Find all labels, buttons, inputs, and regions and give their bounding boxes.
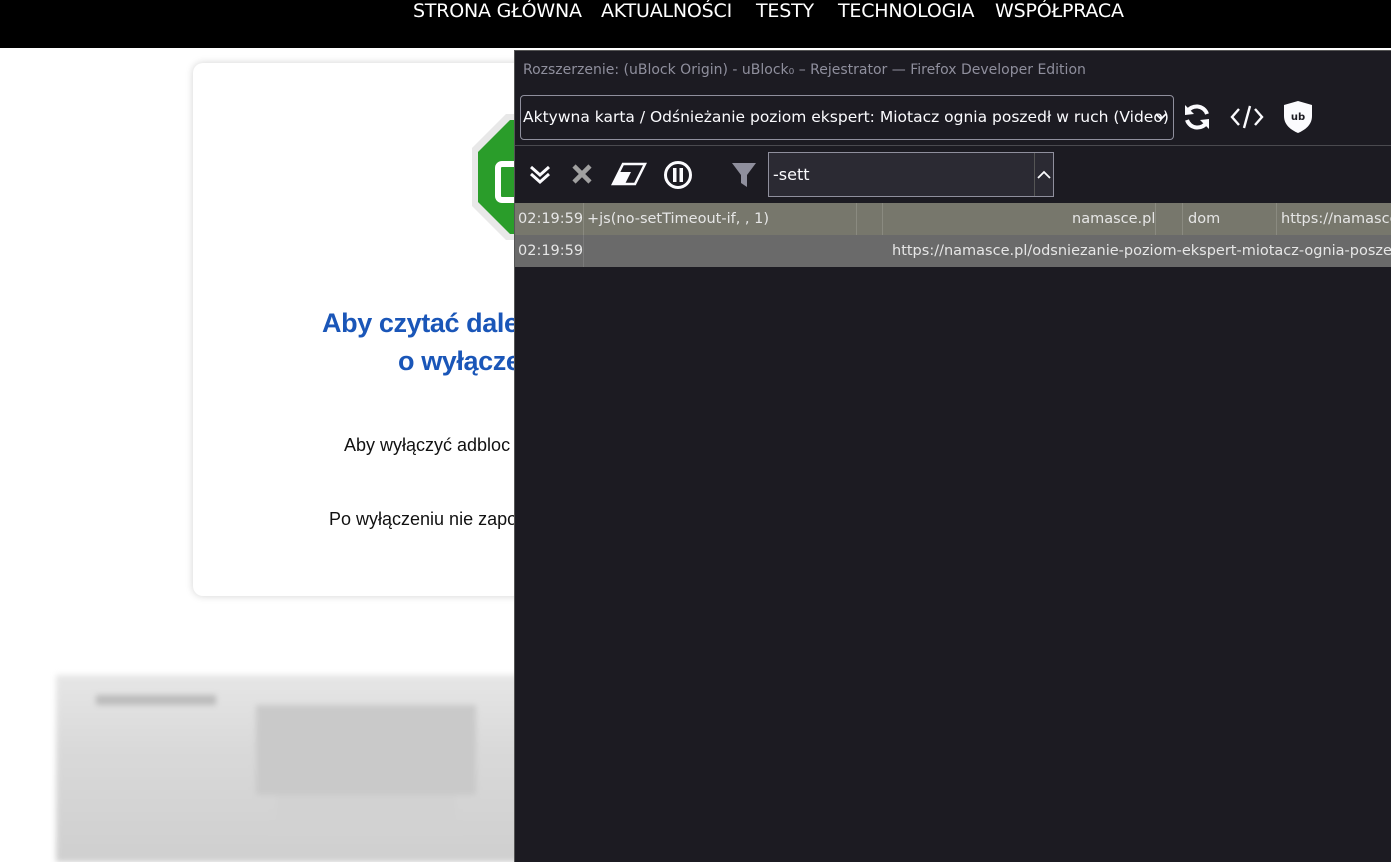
entry-time: 02:19:59 (518, 243, 584, 259)
tab-selector-value: Aktywna karta / Odśnieżanie poziom ekspe… (523, 108, 1174, 126)
filter-icon[interactable] (729, 158, 759, 192)
entry-url: https://namasce (1281, 211, 1391, 227)
tab-selector[interactable]: Aktywna karta / Odśnieżanie poziom ekspe… (520, 95, 1174, 140)
nav-item-cooperation[interactable]: WSPÓŁPRACA (995, 0, 1124, 24)
entry-context: namasce.pl (1072, 211, 1156, 227)
nav-item-news[interactable]: AKTUALNOŚCI (601, 0, 732, 24)
entry-url: https://namasce.pl/odsniezanie-poziom-ek… (892, 243, 1391, 259)
collapse-icon[interactable] (525, 159, 555, 189)
entry-type: dom (1188, 211, 1221, 227)
nav-item-home[interactable]: STRONA GŁÓWNA (413, 0, 582, 24)
logger-filter-input[interactable]: -sett (768, 152, 1054, 197)
table-row[interactable]: 02:19:59 +js(no-setTimeout-if, , 1) nama… (515, 203, 1391, 235)
dom-inspector-icon[interactable] (1229, 99, 1265, 135)
blurred-article-image (56, 675, 526, 862)
table-row[interactable]: 02:19:59 https://namasce.pl/odsniezanie-… (515, 235, 1391, 267)
logger-filter-toolbar: -sett (515, 147, 1391, 203)
svg-text:ub: ub (1291, 112, 1305, 123)
close-icon[interactable] (567, 159, 597, 189)
nav-item-technology[interactable]: TECHNOLOGIA (838, 0, 975, 24)
notice-text-1: Aby wyłączyć adbloc (344, 435, 511, 455)
entry-time: 02:19:59 (518, 211, 584, 227)
eraser-icon[interactable] (609, 159, 649, 189)
logger-entries: 02:19:59 +js(no-setTimeout-if, , 1) nama… (515, 203, 1391, 267)
chevron-down-icon (1155, 96, 1167, 139)
entry-filter: +js(no-setTimeout-if, , 1) (587, 211, 770, 227)
nav-item-tests[interactable]: TESTY (756, 0, 814, 24)
chevron-up-icon[interactable] (1034, 153, 1053, 196)
logger-empty-area (515, 267, 1391, 862)
logger-title-bar[interactable]: Rozszerzenie: (uBlock Origin) - uBlock₀ … (515, 51, 1391, 89)
ublock-logger-window: Rozszerzenie: (uBlock Origin) - uBlock₀ … (514, 50, 1391, 862)
ublock-logo-icon[interactable]: ub (1280, 98, 1316, 136)
site-nav: STRONA GŁÓWNA AKTUALNOŚCI TESTY TECHNOLO… (0, 0, 1391, 48)
logger-top-toolbar: Aktywna karta / Odśnieżanie poziom ekspe… (515, 89, 1391, 146)
reload-icon[interactable] (1179, 99, 1215, 135)
notice-text-2: Po wyłączeniu nie zapo (329, 509, 518, 529)
pause-icon[interactable] (661, 158, 695, 192)
